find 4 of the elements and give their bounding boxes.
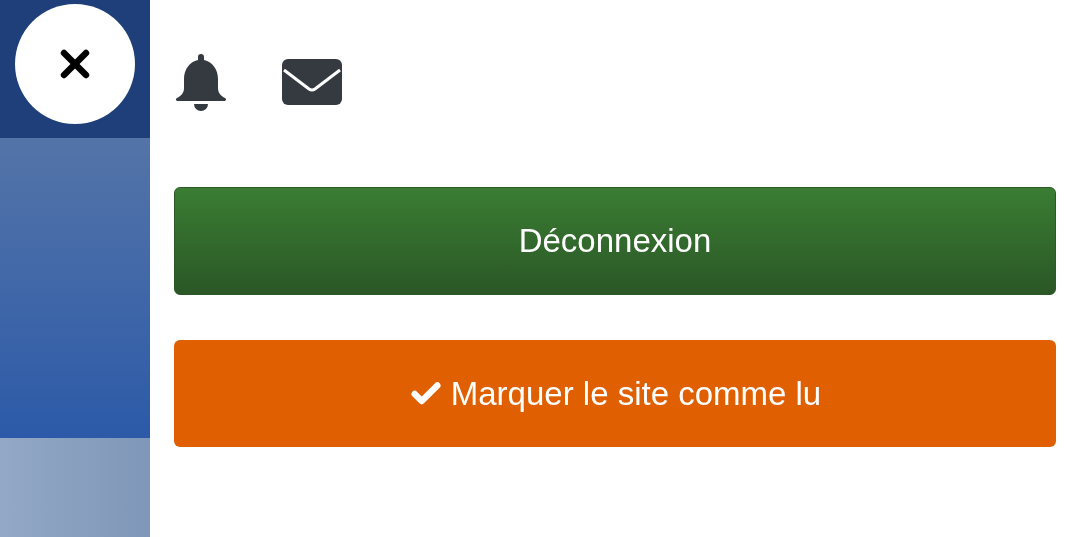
logout-button[interactable]: Déconnexion [174, 187, 1056, 295]
bell-icon[interactable] [174, 52, 228, 112]
envelope-icon[interactable] [282, 59, 342, 105]
mark-read-button[interactable]: Marquer le site comme lu [174, 340, 1056, 447]
